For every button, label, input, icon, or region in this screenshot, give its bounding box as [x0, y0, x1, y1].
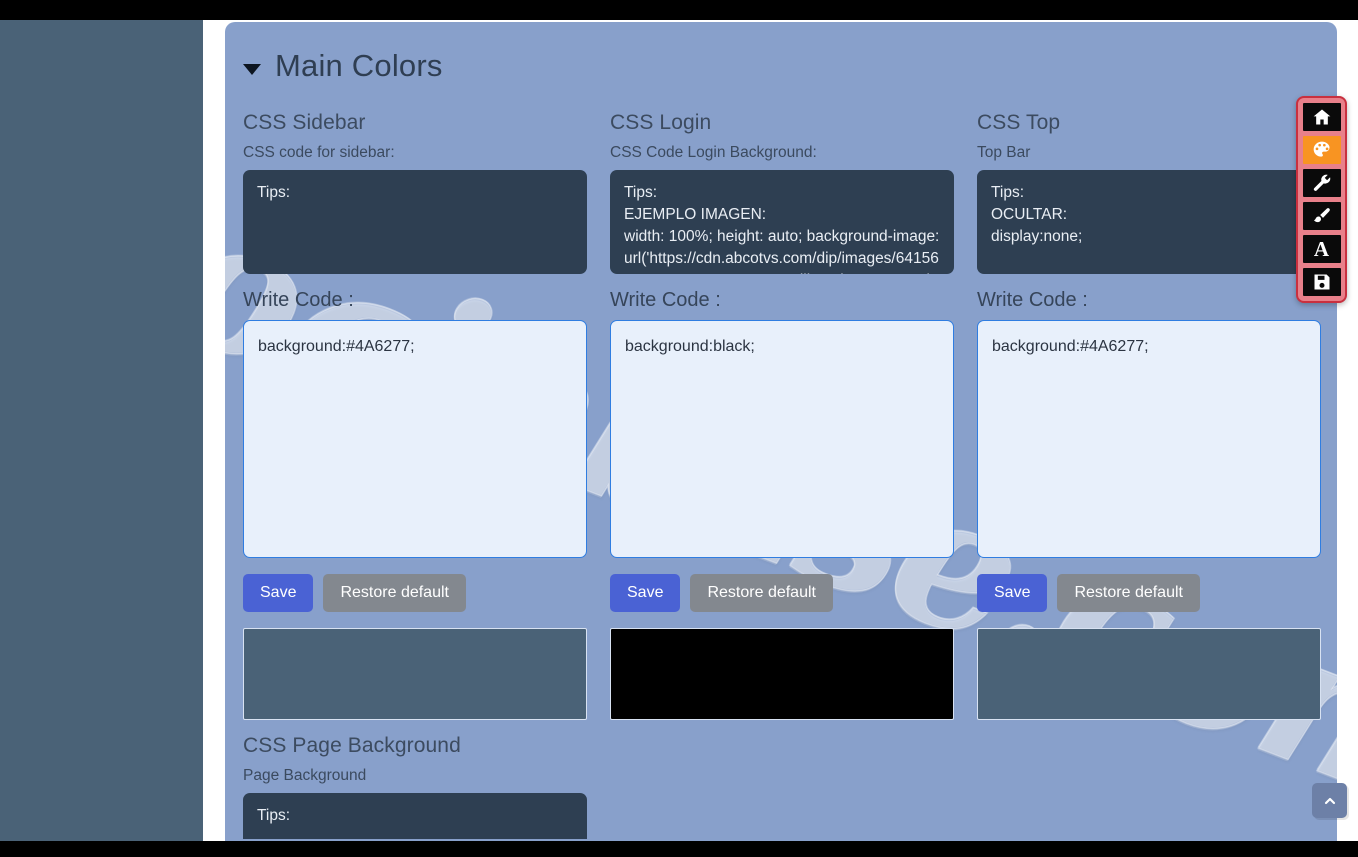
font-letter-a-label: A	[1313, 236, 1330, 261]
css-code-input[interactable]: background:#4A6277;	[243, 320, 587, 558]
css-code-input[interactable]: background:#4A6277;	[977, 320, 1321, 558]
tips-box: Tips:	[243, 170, 587, 274]
settings-section-page-background: CSS Page Background Page Background Tips…	[225, 734, 1337, 840]
font-letter-a-icon[interactable]: A	[1302, 235, 1341, 263]
chevron-up-icon	[1324, 797, 1335, 804]
card-inner: Main Colors CSS Sidebar CSS code for sid…	[225, 22, 1337, 841]
tips-line: width: 100%; height: auto; background-im…	[624, 228, 940, 274]
settings-column-top: CSS Top Top Bar Tips: OCULTAR: display:n…	[977, 111, 1321, 721]
tips-line: Tips:	[257, 184, 291, 201]
css-code-input[interactable]: background:black;	[610, 320, 954, 558]
save-button[interactable]: Save	[610, 574, 681, 613]
wrench-icon[interactable]	[1302, 169, 1341, 197]
column-title: CSS Page Background	[243, 734, 461, 758]
main-content-card: loginbase.com Main Colors CSS Sidebar CS…	[225, 22, 1337, 841]
save-button[interactable]: Save	[243, 574, 314, 613]
scroll-to-top-button[interactable]	[1312, 783, 1347, 818]
tips-line: Tips:	[991, 184, 1025, 201]
tips-line: OCULTAR:	[991, 206, 1068, 223]
home-icon[interactable]	[1302, 103, 1341, 131]
floating-customizer-toolbar[interactable]: A	[1296, 96, 1347, 303]
page-title: Main Colors	[275, 48, 443, 83]
settings-columns: CSS Sidebar CSS code for sidebar: Tips: …	[225, 111, 1337, 721]
restore-default-button[interactable]: Restore default	[1057, 574, 1200, 613]
caret-down-icon[interactable]	[243, 63, 261, 75]
save-button[interactable]: Save	[977, 574, 1048, 613]
app-sidebar	[0, 20, 203, 841]
save-floppy-icon[interactable]	[1302, 268, 1341, 296]
browser-screen: loginbase.com Main Colors CSS Sidebar CS…	[0, 0, 1358, 857]
layout-gutter	[203, 20, 225, 841]
paintbrush-icon[interactable]	[1302, 202, 1341, 230]
column-title: CSS Sidebar	[243, 111, 366, 134]
column-subtitle: Top Bar	[977, 144, 1031, 161]
tips-line: Tips:	[257, 807, 291, 825]
settings-column-login: CSS Login CSS Code Login Background: Tip…	[610, 111, 954, 721]
button-row: Save Restore default	[610, 574, 954, 613]
color-preview-swatch	[977, 628, 1321, 721]
palette-icon[interactable]	[1302, 136, 1341, 164]
browser-chrome-bottom	[0, 841, 1358, 857]
restore-default-button[interactable]: Restore default	[690, 574, 833, 613]
tips-box: Tips: OCULTAR: display:none;	[977, 170, 1321, 274]
column-subtitle: Page Background	[243, 767, 367, 785]
color-preview-swatch	[243, 628, 587, 721]
section-header: Main Colors	[225, 22, 1337, 84]
column-title: CSS Top	[977, 111, 1061, 134]
button-row: Save Restore default	[977, 574, 1321, 613]
restore-default-button[interactable]: Restore default	[323, 574, 466, 613]
settings-column-sidebar: CSS Sidebar CSS code for sidebar: Tips: …	[243, 111, 587, 721]
write-code-label: Write Code :	[243, 289, 354, 311]
browser-chrome-top	[0, 0, 1358, 20]
column-subtitle: CSS Code Login Background:	[610, 144, 817, 161]
color-preview-swatch	[610, 628, 954, 721]
write-code-label: Write Code :	[610, 289, 721, 311]
write-code-label: Write Code :	[977, 289, 1088, 311]
tips-box: Tips:	[243, 793, 587, 840]
button-row: Save Restore default	[243, 574, 587, 613]
column-title: CSS Login	[610, 111, 712, 134]
tips-line: display:none;	[991, 228, 1083, 245]
tips-line: EJEMPLO IMAGEN:	[624, 206, 767, 223]
tips-line: Tips:	[624, 184, 658, 201]
tips-box: Tips: EJEMPLO IMAGEN: width: 100%; heigh…	[610, 170, 954, 274]
column-subtitle: CSS code for sidebar:	[243, 144, 395, 161]
